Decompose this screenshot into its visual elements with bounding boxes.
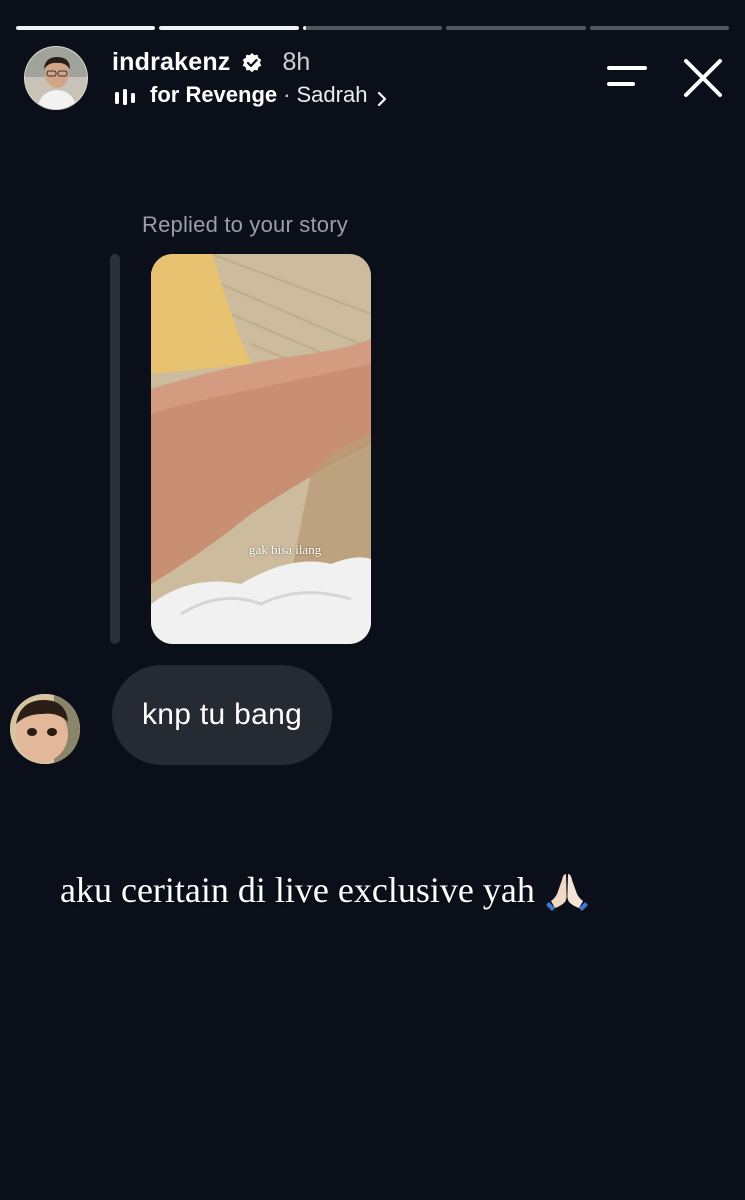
- progress-segment: [302, 26, 443, 30]
- progress-fill: [16, 26, 156, 30]
- username-row: indrakenz 8h: [112, 48, 310, 77]
- story-text-overlay: aku ceritain di live exclusive yah: [60, 868, 589, 912]
- replier-avatar[interactable]: [10, 694, 80, 764]
- story-thumbnail[interactable]: gak bisa ilang: [151, 254, 371, 644]
- separator-dot: ·: [283, 82, 291, 107]
- song-title: for Revenge: [150, 82, 278, 107]
- post-time: 8h: [282, 48, 311, 76]
- progress-segment: [446, 26, 586, 30]
- progress-segment: [589, 26, 730, 30]
- story-caption: gak bisa ilang: [249, 542, 322, 557]
- pray-hands-icon: [545, 868, 589, 912]
- replied-label: Replied to your story: [142, 212, 348, 237]
- progress-fill: [302, 26, 306, 30]
- username[interactable]: indrakenz: [112, 48, 231, 77]
- progress-fill: [159, 26, 299, 30]
- menu-icon[interactable]: [605, 62, 649, 92]
- music-attribution[interactable]: for Revenge · Sadrah: [114, 82, 389, 108]
- verified-icon: [241, 52, 263, 74]
- reply-quote-bar: [110, 254, 120, 644]
- music-bars-icon: [114, 86, 136, 105]
- story-header: indrakenz 8h for Revenge · Sadrah: [22, 44, 727, 114]
- progress-segment: [16, 26, 156, 30]
- reply-message-bubble: knp tu bang: [112, 665, 333, 765]
- reply-message-text: knp tu bang: [142, 698, 303, 731]
- overlay-text: aku ceritain di live exclusive yah: [60, 870, 535, 910]
- owner-avatar[interactable]: [24, 46, 88, 110]
- close-icon[interactable]: [681, 56, 725, 100]
- progress-segment: [159, 26, 299, 30]
- story-progress-bars: [16, 26, 730, 30]
- artist-name: Sadrah: [296, 82, 368, 107]
- chevron-right-icon: [375, 87, 389, 107]
